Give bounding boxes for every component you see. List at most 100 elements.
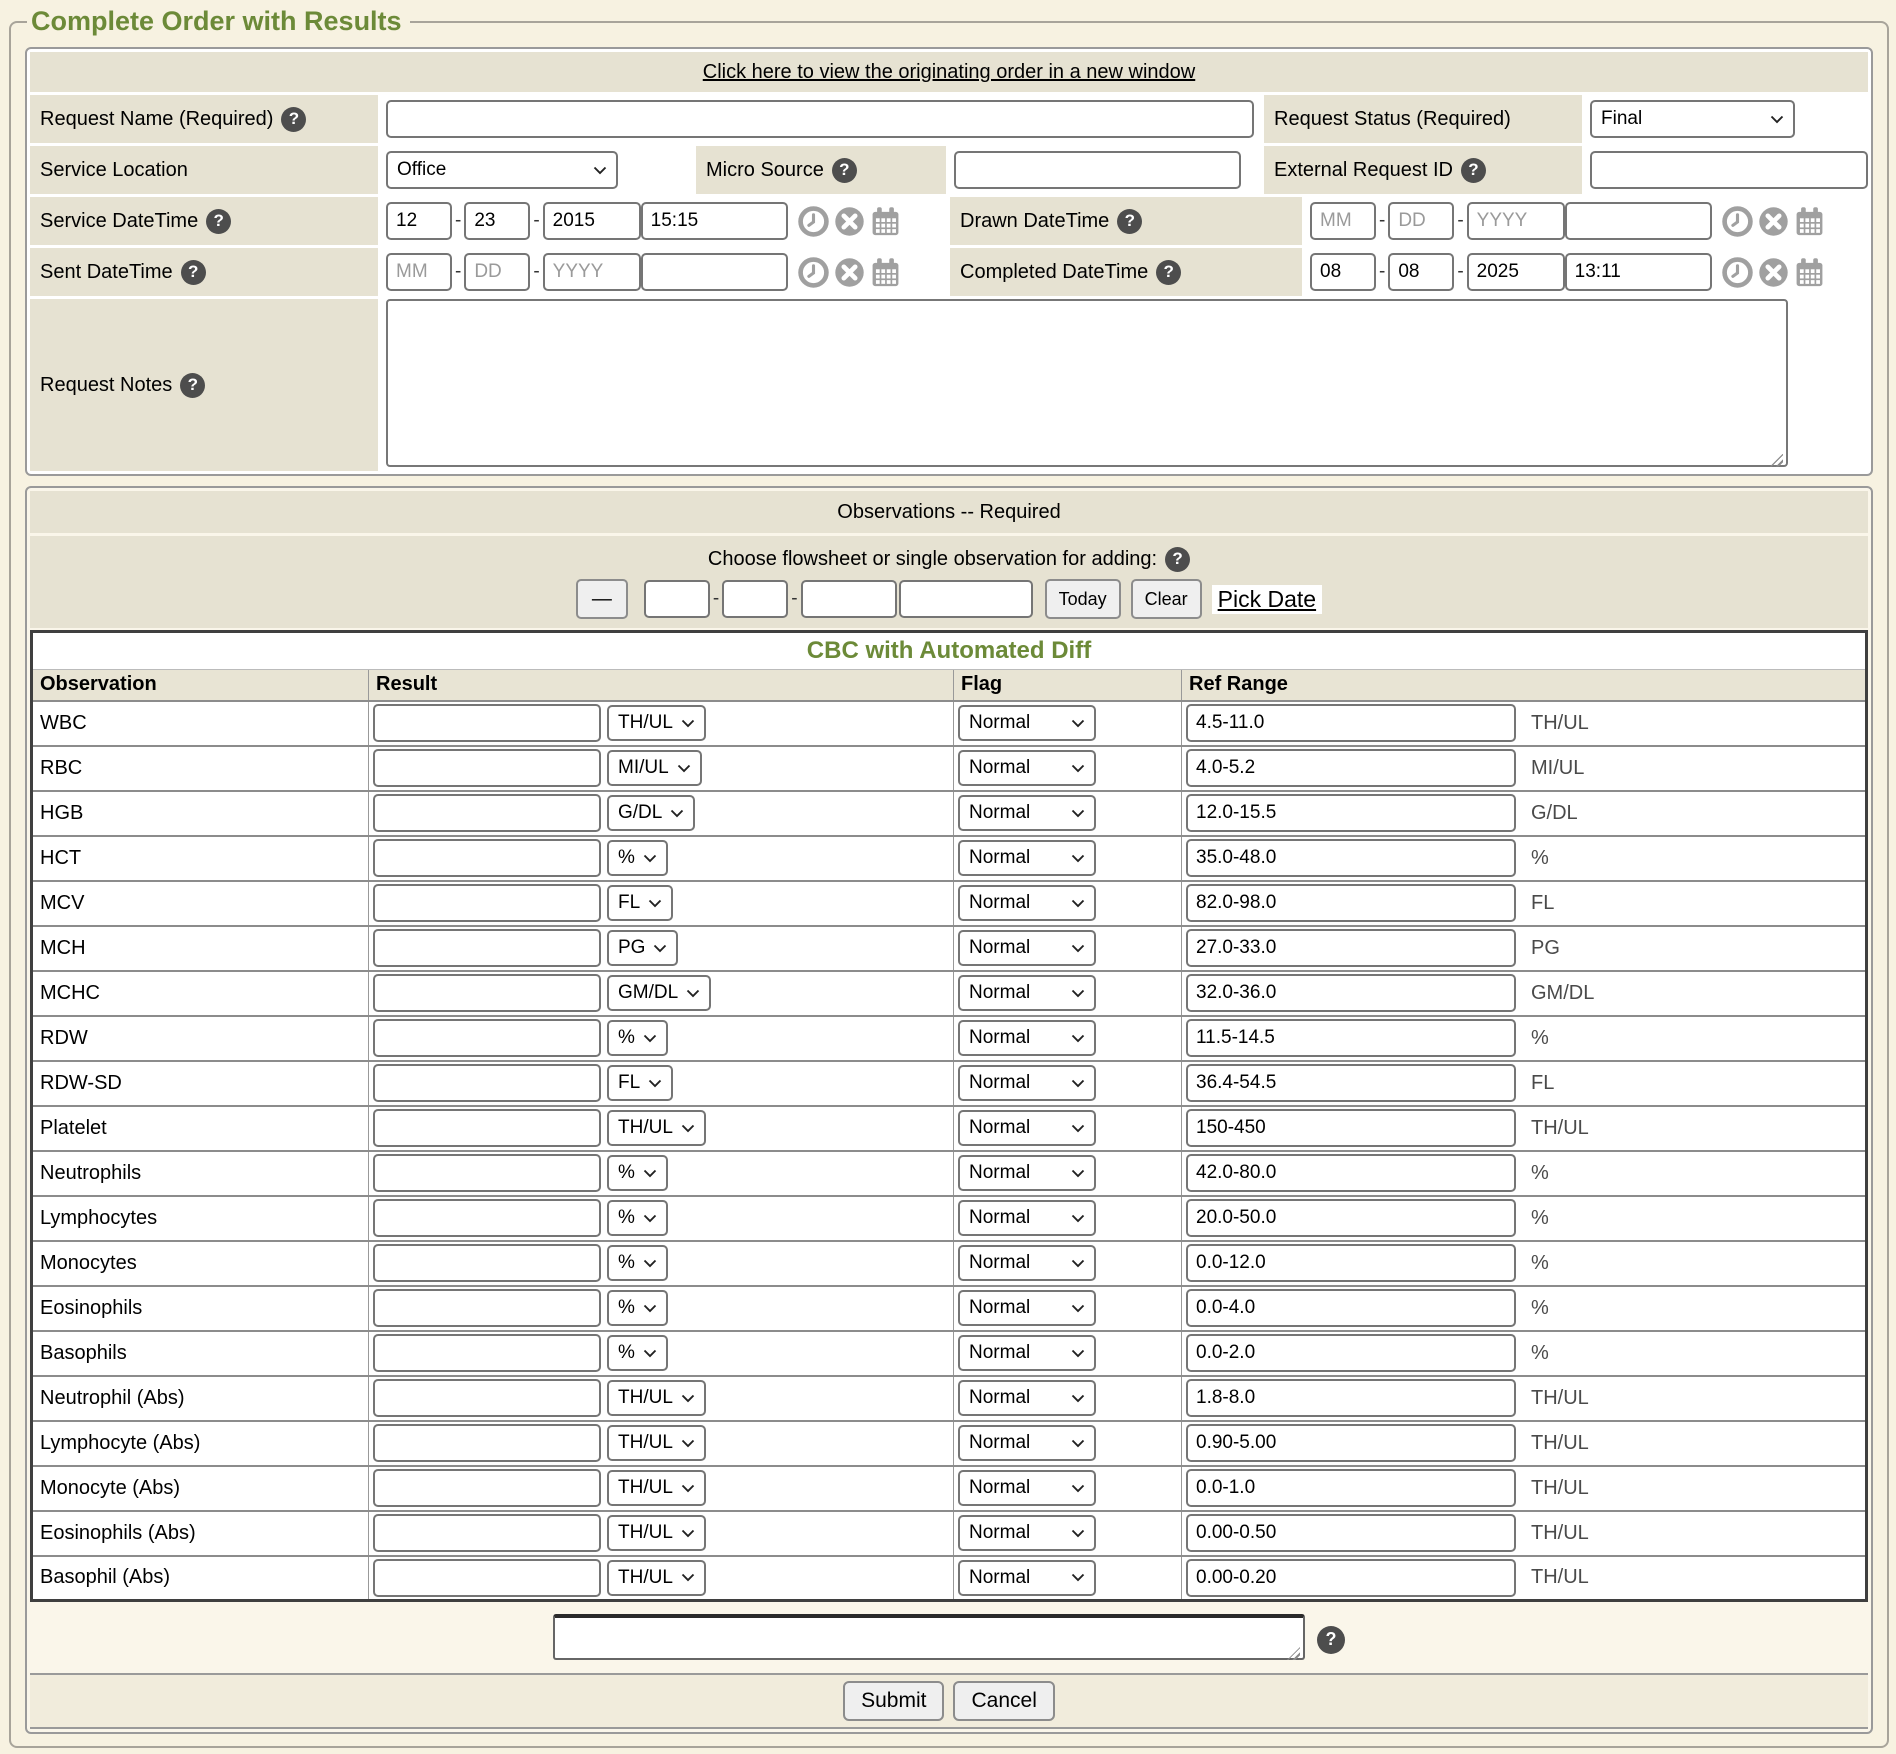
ref-range-input[interactable] [1186, 1154, 1516, 1192]
request-name-input[interactable] [386, 100, 1254, 138]
flag-select[interactable]: Normal [958, 750, 1096, 786]
flag-select[interactable]: Normal [958, 1065, 1096, 1101]
completed-day-input[interactable] [1388, 253, 1454, 291]
unit-select[interactable]: GM/DL [607, 975, 711, 1011]
ref-range-input[interactable] [1186, 1469, 1516, 1507]
help-icon[interactable]: ? [1156, 260, 1181, 285]
unit-select[interactable]: FL [607, 1065, 673, 1101]
result-input[interactable] [373, 1109, 601, 1147]
unit-select[interactable]: % [607, 1290, 668, 1326]
result-input[interactable] [373, 794, 601, 832]
ref-range-input[interactable] [1186, 1064, 1516, 1102]
flag-select[interactable]: Normal [958, 1335, 1096, 1371]
result-input[interactable] [373, 1244, 601, 1282]
ref-range-input[interactable] [1186, 1424, 1516, 1462]
sent-day-input[interactable] [464, 253, 530, 291]
external-request-id-input[interactable] [1590, 151, 1868, 189]
clear-icon[interactable] [834, 206, 865, 237]
help-icon[interactable]: ? [1117, 209, 1142, 234]
service-time-input[interactable] [641, 202, 788, 240]
unit-select[interactable]: MI/UL [607, 750, 702, 786]
unit-select[interactable]: % [607, 1245, 668, 1281]
pick-time-input[interactable] [899, 580, 1033, 618]
help-icon[interactable]: ? [281, 107, 306, 132]
unit-select[interactable]: % [607, 1200, 668, 1236]
service-month-input[interactable] [386, 202, 452, 240]
calendar-icon[interactable] [870, 257, 901, 288]
help-icon[interactable]: ? [1165, 547, 1190, 572]
flag-select[interactable]: Normal [958, 795, 1096, 831]
cancel-button[interactable]: Cancel [953, 1681, 1054, 1721]
calendar-icon[interactable] [1794, 257, 1825, 288]
flag-select[interactable]: Normal [958, 1200, 1096, 1236]
unit-select[interactable]: PG [607, 930, 678, 966]
clear-button[interactable]: Clear [1131, 579, 1202, 619]
unit-select[interactable]: % [607, 1335, 668, 1371]
result-input[interactable] [373, 749, 601, 787]
result-input[interactable] [373, 1424, 601, 1462]
pick-year-input[interactable] [801, 580, 897, 618]
drawn-year-input[interactable] [1467, 202, 1565, 240]
ref-range-input[interactable] [1186, 1244, 1516, 1282]
ref-range-input[interactable] [1186, 1334, 1516, 1372]
ref-range-input[interactable] [1186, 704, 1516, 742]
sent-year-input[interactable] [543, 253, 641, 291]
ref-range-input[interactable] [1186, 749, 1516, 787]
flag-select[interactable]: Normal [958, 1560, 1096, 1596]
flag-select[interactable]: Normal [958, 1425, 1096, 1461]
collapse-button[interactable]: — [576, 579, 628, 619]
drawn-month-input[interactable] [1310, 202, 1376, 240]
ref-range-input[interactable] [1186, 1019, 1516, 1057]
flag-select[interactable]: Normal [958, 930, 1096, 966]
unit-select[interactable]: % [607, 1155, 668, 1191]
ref-range-input[interactable] [1186, 1559, 1516, 1597]
completed-year-input[interactable] [1467, 253, 1565, 291]
flag-select[interactable]: Normal [958, 1155, 1096, 1191]
help-icon[interactable]: ? [181, 260, 206, 285]
unit-select[interactable]: % [607, 1020, 668, 1056]
flag-select[interactable]: Normal [958, 1110, 1096, 1146]
sent-month-input[interactable] [386, 253, 452, 291]
service-day-input[interactable] [464, 202, 530, 240]
help-icon[interactable]: ? [1317, 1626, 1345, 1654]
clear-icon[interactable] [1758, 257, 1789, 288]
ref-range-input[interactable] [1186, 794, 1516, 832]
result-input[interactable] [373, 929, 601, 967]
unit-select[interactable]: FL [607, 885, 673, 921]
help-icon[interactable]: ? [180, 373, 205, 398]
ref-range-input[interactable] [1186, 1199, 1516, 1237]
result-input[interactable] [373, 839, 601, 877]
submit-button[interactable]: Submit [843, 1681, 944, 1721]
flag-select[interactable]: Normal [958, 885, 1096, 921]
result-input[interactable] [373, 884, 601, 922]
unit-select[interactable]: G/DL [607, 795, 695, 831]
help-icon[interactable]: ? [1461, 158, 1486, 183]
flag-select[interactable]: Normal [958, 975, 1096, 1011]
flag-select[interactable]: Normal [958, 1380, 1096, 1416]
result-input[interactable] [373, 1514, 601, 1552]
result-input[interactable] [373, 1379, 601, 1417]
unit-select[interactable]: TH/UL [607, 1380, 706, 1416]
pick-day-input[interactable] [722, 580, 788, 618]
clock-icon[interactable] [1722, 257, 1753, 288]
drawn-time-input[interactable] [1565, 202, 1712, 240]
flag-select[interactable]: Normal [958, 1245, 1096, 1281]
result-input[interactable] [373, 1559, 601, 1597]
ref-range-input[interactable] [1186, 884, 1516, 922]
result-input[interactable] [373, 1199, 601, 1237]
ref-range-input[interactable] [1186, 1289, 1516, 1327]
unit-select[interactable]: TH/UL [607, 1110, 706, 1146]
flag-select[interactable]: Normal [958, 1470, 1096, 1506]
clear-icon[interactable] [834, 257, 865, 288]
service-year-input[interactable] [543, 202, 641, 240]
flag-select[interactable]: Normal [958, 1020, 1096, 1056]
ref-range-input[interactable] [1186, 929, 1516, 967]
request-status-select[interactable]: Final [1590, 100, 1795, 138]
calendar-icon[interactable] [870, 206, 901, 237]
clock-icon[interactable] [798, 257, 829, 288]
flag-select[interactable]: Normal [958, 705, 1096, 741]
completed-time-input[interactable] [1565, 253, 1712, 291]
result-input[interactable] [373, 1469, 601, 1507]
sent-time-input[interactable] [641, 253, 788, 291]
help-icon[interactable]: ? [832, 158, 857, 183]
